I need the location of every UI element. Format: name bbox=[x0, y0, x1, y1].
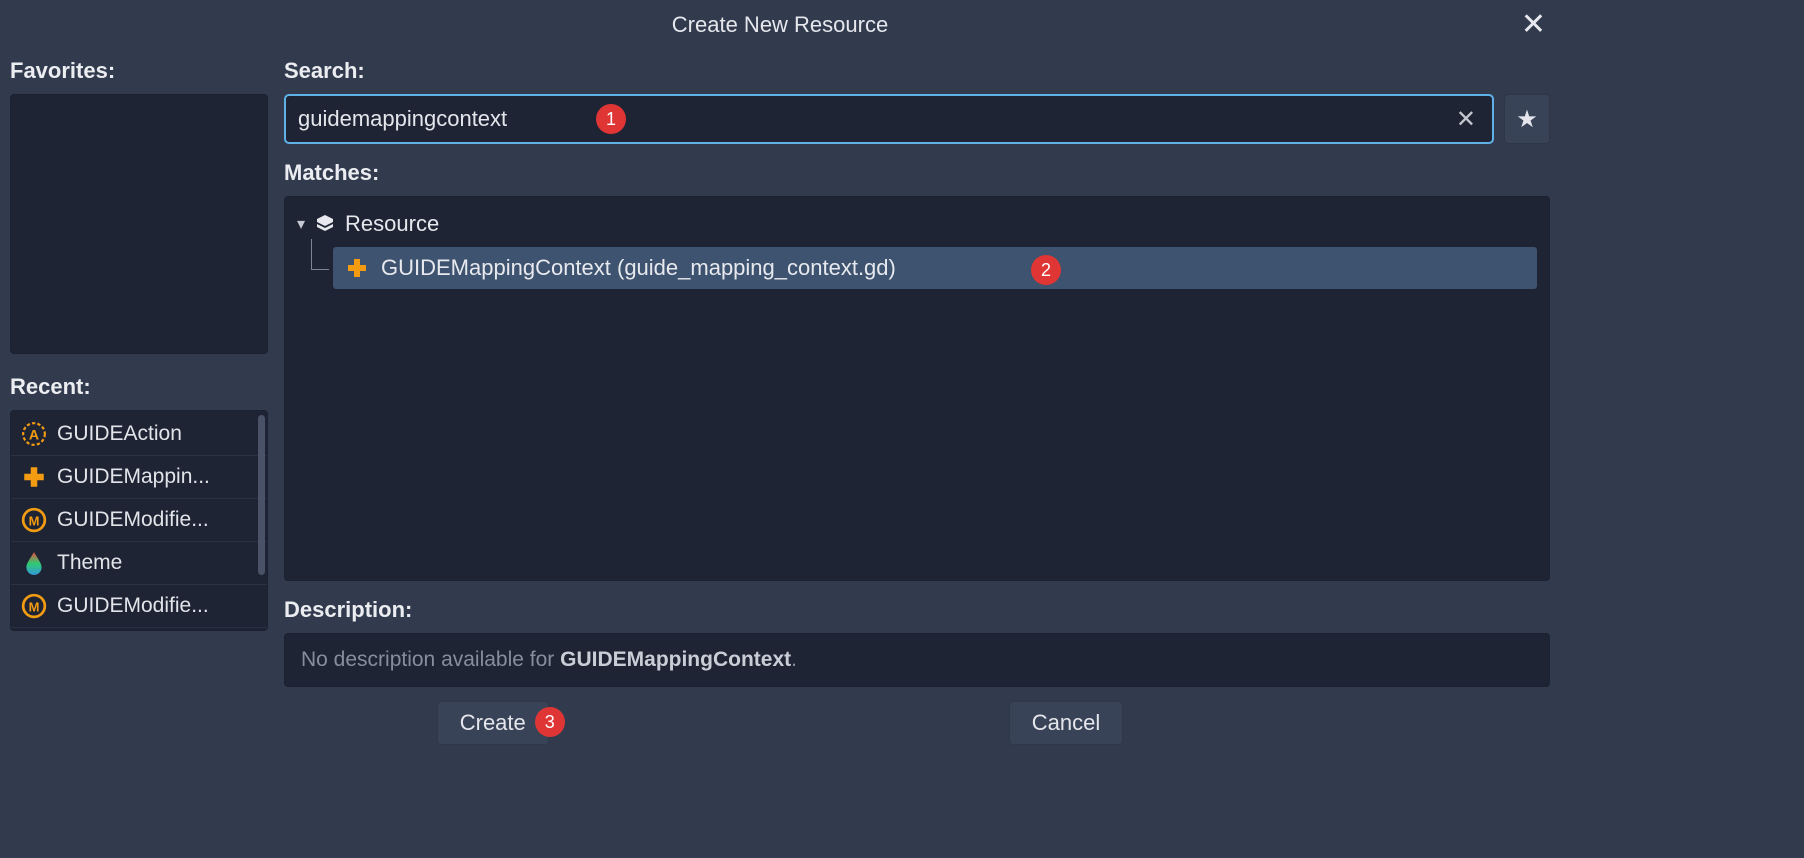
svg-text:M: M bbox=[29, 599, 40, 614]
description-class: GUIDEMappingContext bbox=[560, 648, 791, 671]
chevron-down-icon[interactable]: ▾ bbox=[297, 214, 305, 234]
dpad-icon bbox=[21, 464, 47, 490]
scrollbar[interactable] bbox=[258, 415, 265, 575]
left-column: Favorites: Recent: A GUIDEAction GUIDEMa… bbox=[10, 50, 268, 687]
titlebar: Create New Resource ✕ bbox=[10, 0, 1550, 50]
tree-root[interactable]: ▾ Resource bbox=[297, 207, 1537, 241]
badge-2: 2 bbox=[1031, 255, 1061, 285]
recent-panel: A GUIDEAction GUIDEMappin... M GUIDEModi… bbox=[10, 410, 268, 631]
recent-item-label: GUIDEModifie... bbox=[57, 508, 209, 532]
recent-item-label: GUIDEAction bbox=[57, 422, 182, 446]
clear-icon[interactable]: ✕ bbox=[1452, 105, 1480, 134]
tree-root-label: Resource bbox=[345, 211, 439, 237]
dialog-content: Favorites: Recent: A GUIDEAction GUIDEMa… bbox=[10, 50, 1550, 687]
svg-text:A: A bbox=[29, 426, 39, 442]
gear-a-icon: A bbox=[21, 421, 47, 447]
tree-item-label: GUIDEMappingContext (guide_mapping_conte… bbox=[381, 255, 896, 281]
dialog-title: Create New Resource bbox=[672, 12, 888, 38]
create-wrap: Create 3 bbox=[437, 701, 549, 745]
recent-item-label: GUIDEModifie... bbox=[57, 594, 209, 618]
search-input[interactable] bbox=[298, 106, 1452, 132]
drop-icon bbox=[21, 550, 47, 576]
recent-item-label: GUIDEMappin... bbox=[57, 465, 210, 489]
description-label: Description: bbox=[284, 597, 1550, 623]
recent-label: Recent: bbox=[10, 374, 268, 400]
search-label: Search: bbox=[284, 58, 1550, 84]
ring-m-icon: M bbox=[21, 593, 47, 619]
search-box: ✕ bbox=[284, 94, 1494, 144]
badge-3: 3 bbox=[535, 707, 565, 737]
tree-item-selected[interactable]: GUIDEMappingContext (guide_mapping_conte… bbox=[333, 247, 1537, 289]
recent-item[interactable]: M GUIDEModifie... bbox=[11, 585, 267, 628]
ring-m-icon: M bbox=[21, 507, 47, 533]
description-suffix: . bbox=[791, 648, 797, 671]
recent-item-label: Theme bbox=[57, 551, 122, 575]
favorite-button[interactable]: ★ bbox=[1504, 94, 1550, 144]
recent-item[interactable]: GUIDEMappin... bbox=[11, 456, 267, 499]
right-column: Search: ✕ ★ 1 Matches: ▾ Resource bbox=[284, 50, 1550, 687]
recent-item[interactable]: Theme bbox=[11, 542, 267, 585]
create-resource-dialog: Create New Resource ✕ Favorites: Recent:… bbox=[0, 0, 1560, 755]
matches-panel: ▾ Resource GUIDEMappingContext (guide_ma… bbox=[284, 196, 1550, 581]
cancel-button[interactable]: Cancel bbox=[1009, 701, 1123, 745]
resource-icon bbox=[313, 212, 337, 236]
create-button[interactable]: Create bbox=[437, 701, 549, 745]
dpad-icon bbox=[345, 256, 369, 280]
star-icon: ★ bbox=[1516, 105, 1538, 134]
recent-item[interactable]: M GUIDEModifie... bbox=[11, 499, 267, 542]
recent-item[interactable]: A GUIDEAction bbox=[11, 413, 267, 456]
footer: Create 3 Cancel bbox=[10, 687, 1550, 745]
tree-line bbox=[297, 247, 333, 289]
matches-label: Matches: bbox=[284, 160, 1550, 186]
search-row: ✕ ★ 1 bbox=[284, 94, 1550, 144]
description-panel: No description available for GUIDEMappin… bbox=[284, 633, 1550, 687]
close-icon[interactable]: ✕ bbox=[1521, 10, 1546, 40]
svg-text:M: M bbox=[29, 513, 40, 528]
badge-1: 1 bbox=[596, 104, 626, 134]
favorites-panel[interactable] bbox=[10, 94, 268, 354]
tree-child: GUIDEMappingContext (guide_mapping_conte… bbox=[297, 247, 1537, 289]
description-prefix: No description available for bbox=[301, 648, 560, 671]
favorites-label: Favorites: bbox=[10, 58, 268, 84]
